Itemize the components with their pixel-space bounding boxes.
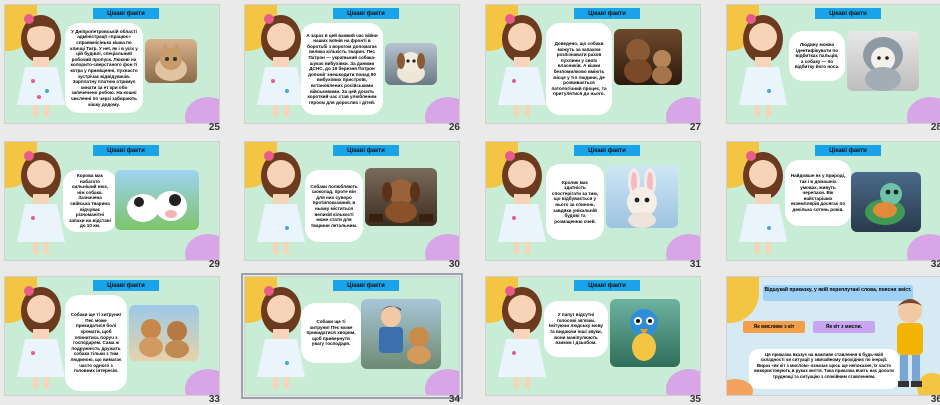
decor-shape xyxy=(185,369,219,395)
slide-number: 30 xyxy=(448,259,460,270)
slide-thumb-36[interactable]: Відшукай приказку, у якій переплутані сл… xyxy=(722,272,940,405)
decor-shape xyxy=(727,277,759,323)
decor-shape xyxy=(425,369,459,395)
answer-option-1[interactable]: Як мисливе з кіт xyxy=(743,321,805,333)
girl-illustration xyxy=(17,14,65,117)
puppy-hood-photo xyxy=(847,31,919,91)
fact-bubble: Собаки полюбляють шоколад, проте він для… xyxy=(305,170,363,242)
slide-number: 32 xyxy=(930,259,940,270)
slide-number: 33 xyxy=(208,394,220,405)
parrot-photo xyxy=(610,299,680,367)
decor-shape xyxy=(666,97,700,123)
answer-option-2[interactable]: Як кіт з мисли. xyxy=(813,321,875,333)
slide-34[interactable]: Цікаві факти Собаки ще ті хитруни! Пес м… xyxy=(241,273,463,399)
slide-thumb-32[interactable]: Цікаві факти Найдовше як у природі, так … xyxy=(722,137,940,270)
girl-illustration xyxy=(498,14,546,117)
slide-title: Цікаві факти xyxy=(93,280,159,291)
dog-cat-photo xyxy=(614,29,682,85)
fact-bubble: Корова має набагато сильніший нюх, ніж с… xyxy=(63,170,117,232)
slide-title: Цікаві факти xyxy=(574,145,640,156)
boy-illustration xyxy=(897,299,923,387)
fact-bubble: Людину можна ідентифікувати по відбитках… xyxy=(789,31,845,81)
fact-bubble: А зараз в цей важкий час війни наших вої… xyxy=(301,23,383,115)
decor-shape xyxy=(907,97,940,123)
slide-25[interactable]: Цікаві факти У Дніпропетровській області… xyxy=(4,4,220,124)
slide-title: Цікаві факти xyxy=(93,8,159,19)
choc-dog-photo xyxy=(365,168,437,226)
bunny-photo xyxy=(606,166,678,228)
slide-thumb-26[interactable]: Цікаві факти А зараз в цей важкий час ві… xyxy=(240,0,466,133)
decor-shape xyxy=(907,234,940,260)
fact-bubble: У папуг відсутні голосові зв'язки. Іміту… xyxy=(544,301,608,357)
fact-bubble: Кролик має здатність спостерігати за тим… xyxy=(546,164,604,240)
slide-number: 34 xyxy=(448,394,460,405)
decor-shape xyxy=(425,234,459,260)
decor-shape xyxy=(185,234,219,260)
slide-sorter-view: { "slides": [ {"n":"25","kind":"fact","t… xyxy=(0,0,940,405)
slide-thumb-25[interactable]: Цікаві факти У Дніпропетровській області… xyxy=(0,0,226,133)
slide-thumb-35[interactable]: Цікаві факти У папуг відсутні голосові з… xyxy=(481,272,707,405)
decor-shape xyxy=(425,97,459,123)
slide-thumb-29[interactable]: Цікаві факти Корова має набагато сильніш… xyxy=(0,137,226,270)
girl-illustration xyxy=(498,151,546,254)
slide-number: 29 xyxy=(208,259,220,270)
decor-shape xyxy=(666,369,700,395)
slide-33[interactable]: Цікаві факти Собаки ще ті хитруни! Пес м… xyxy=(4,276,220,396)
fact-bubble: Собаки ще ті хитруни! Пес може прикидати… xyxy=(65,295,127,391)
girl-illustration xyxy=(498,286,546,389)
girl-illustration xyxy=(17,151,65,254)
slide-number: 26 xyxy=(448,122,460,133)
turtle-photo xyxy=(851,172,921,232)
boy-dog-photo xyxy=(361,299,441,369)
girl-illustration xyxy=(739,14,787,117)
girl-illustration xyxy=(257,151,305,254)
decor-shape xyxy=(185,97,219,123)
decor-shape xyxy=(666,234,700,260)
slide-title: Цікаві факти xyxy=(333,145,399,156)
slide-title: Цікаві факти xyxy=(333,8,399,19)
slide-thumb-30[interactable]: Цікаві факти Собаки полюбляють шоколад, … xyxy=(240,137,466,270)
dog-photo xyxy=(385,43,437,85)
slide-30[interactable]: Цікаві факти Собаки полюбляють шоколад, … xyxy=(244,141,460,261)
slide-title: Цікаві факти xyxy=(333,280,399,291)
girl-illustration xyxy=(17,286,65,389)
cows-photo xyxy=(115,170,199,230)
girl-illustration xyxy=(739,151,787,254)
two-dogs-photo xyxy=(129,305,199,361)
slide-title: Цікаві факти xyxy=(574,8,640,19)
fact-bubble: Найдовше як у природі, так і в домашніх … xyxy=(785,160,851,226)
slide-number: 27 xyxy=(689,122,701,133)
slide-28[interactable]: Цікаві факти Людину можна ідентифікувати… xyxy=(726,4,940,124)
slide-number: 28 xyxy=(930,122,940,133)
slide-title: Цікаві факти xyxy=(574,280,640,291)
slide-number: 36 xyxy=(930,394,940,405)
slide-26[interactable]: Цікаві факти А зараз в цей важкий час ві… xyxy=(244,4,460,124)
slide-title: Цікаві факти xyxy=(815,145,881,156)
slide-number: 25 xyxy=(208,122,220,133)
slide-thumb-27[interactable]: Цікаві факти Доведено, що собаки можуть … xyxy=(481,0,707,133)
slide-thumb-31[interactable]: Цікаві факти Кролик має здатність спосте… xyxy=(481,137,707,270)
slide-title: Цікаві факти xyxy=(815,8,881,19)
slide-number: 35 xyxy=(689,394,701,405)
slide-title: Цікаві факти xyxy=(93,145,159,156)
slide-thumb-33[interactable]: Цікаві факти Собаки ще ті хитруни! Пес м… xyxy=(0,272,226,405)
slide-36[interactable]: Відшукай приказку, у якій переплутані сл… xyxy=(726,276,940,396)
slide-27[interactable]: Цікаві факти Доведено, що собаки можуть … xyxy=(485,4,701,124)
fact-bubble: Собаки ще ті хитруни! Пес може прикидати… xyxy=(301,303,361,363)
fact-bubble: У Дніпропетровській області адміністраці… xyxy=(65,23,143,113)
slide-29[interactable]: Цікаві факти Корова має набагато сильніш… xyxy=(4,141,220,261)
explanation-text: Ця приказка вказує на важливе ставлення … xyxy=(749,349,899,389)
slide-31[interactable]: Цікаві факти Кролик має здатність спосте… xyxy=(485,141,701,261)
slide-thumb-34[interactable]: Цікаві факти Собаки ще ті хитруни! Пес м… xyxy=(240,272,466,405)
slide-32[interactable]: Цікаві факти Найдовше як у природі, так … xyxy=(726,141,940,261)
slide-number: 31 xyxy=(689,259,701,270)
slide-thumb-28[interactable]: Цікаві факти Людину можна ідентифікувати… xyxy=(722,0,940,133)
fact-bubble: Доведено, що собаки можуть за запахом ро… xyxy=(546,23,612,115)
kitten-photo xyxy=(145,39,197,83)
slide-35[interactable]: Цікаві факти У папуг відсутні голосові з… xyxy=(485,276,701,396)
